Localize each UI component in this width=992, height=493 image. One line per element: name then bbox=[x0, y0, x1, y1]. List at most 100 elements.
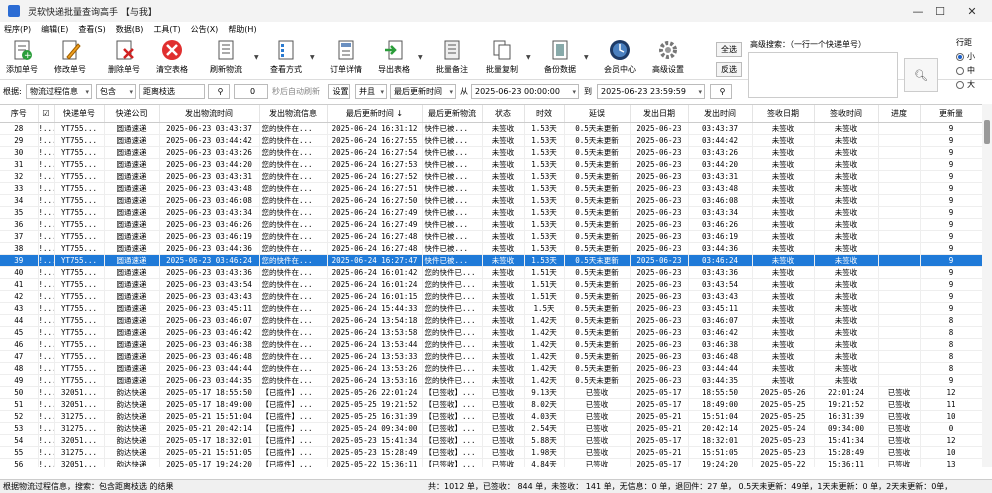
column-header[interactable]: 发出日期 bbox=[630, 105, 689, 123]
add-button[interactable]: + 添加单号 bbox=[2, 38, 42, 75]
view-dropdown-icon[interactable]: ▼ bbox=[310, 54, 315, 61]
table-row[interactable]: 36!...YT755...圆通速递2025-06-23 03:46:26您的快… bbox=[0, 218, 982, 231]
table-row[interactable]: 47!...YT755...圆通速递2025-06-23 03:46:48您的快… bbox=[0, 350, 982, 363]
table-cell: 您的快件已... bbox=[422, 314, 483, 327]
clear-table-button[interactable]: 清空表格 bbox=[152, 38, 192, 75]
table-row[interactable]: 38!...YT755...圆通速递2025-06-23 03:44:36您的快… bbox=[0, 242, 982, 255]
from-label: 从 bbox=[460, 87, 468, 96]
view-mode-button[interactable]: 查看方式 bbox=[266, 38, 306, 75]
menu-edit[interactable]: 编辑(E) bbox=[41, 24, 68, 35]
table-row[interactable]: 34!...YT755...圆通速递2025-06-23 03:46:08您的快… bbox=[0, 194, 982, 207]
backup-dropdown-icon[interactable]: ▼ bbox=[584, 54, 589, 61]
table-row[interactable]: 28!...YT755...圆通速递2025-06-23 03:43:37您的快… bbox=[0, 122, 982, 135]
close-icon[interactable]: ✕ bbox=[952, 0, 992, 22]
time-field-select[interactable]: 最后更新时间 bbox=[390, 84, 456, 99]
refresh-interval-input[interactable]: 0 bbox=[234, 84, 268, 99]
column-header[interactable]: 状态 bbox=[482, 105, 525, 123]
column-header[interactable]: ☑ bbox=[38, 105, 55, 123]
table-row[interactable]: 39!...YT755...圆通速递2025-06-23 03:46:24您的快… bbox=[0, 254, 982, 267]
invert-select-button[interactable]: 反选 bbox=[716, 62, 742, 77]
batch-copy-button[interactable]: 批量复制 bbox=[482, 38, 522, 75]
table-row[interactable]: 44!...YT755...圆通速递2025-06-23 03:46:07您的快… bbox=[0, 314, 982, 327]
column-header[interactable]: 发出时间 bbox=[688, 105, 753, 123]
menu-data[interactable]: 数据(B) bbox=[116, 24, 144, 35]
radio-medium[interactable]: 中 bbox=[956, 65, 990, 76]
column-header[interactable]: 签收日期 bbox=[752, 105, 815, 123]
refresh-setting-button[interactable]: 设置 bbox=[328, 84, 350, 99]
table-row[interactable]: 43!...YT755...圆通速递2025-06-23 03:45:11您的快… bbox=[0, 302, 982, 315]
table-row[interactable]: 42!...YT755...圆通速递2025-06-23 03:43:43您的快… bbox=[0, 290, 982, 303]
column-header[interactable]: 快递公司 bbox=[104, 105, 160, 123]
column-header[interactable]: 最后更新物流 bbox=[422, 105, 483, 123]
table-row[interactable]: 49!...YT755...圆通速递2025-06-23 03:44:35您的快… bbox=[0, 374, 982, 387]
logic-select[interactable]: 并且 bbox=[355, 84, 387, 99]
date-search-button[interactable]: ⚲ bbox=[710, 84, 732, 99]
table-row[interactable]: 52!...31275...韵达快递2025-05-21 15:51:04【已揽… bbox=[0, 410, 982, 423]
table-cell: 03:43:48 bbox=[688, 182, 753, 195]
advanced-search-button[interactable]: 🔍︎ bbox=[904, 58, 938, 92]
menu-notice[interactable]: 公告(X) bbox=[191, 24, 219, 35]
table-row[interactable]: 54!...32051...韵达快递2025-05-17 18:32:01【已揽… bbox=[0, 434, 982, 447]
table-row[interactable]: 51!...32051...韵达快递2025-05-17 18:49:00【已揽… bbox=[0, 398, 982, 411]
menu-view[interactable]: 查看(S) bbox=[78, 24, 105, 35]
table-row[interactable]: 48!...YT755...圆通速递2025-06-23 03:44:44您的快… bbox=[0, 362, 982, 375]
table-row[interactable]: 30!...YT755...圆通速递2025-06-23 03:43:26您的快… bbox=[0, 146, 982, 159]
menu-program[interactable]: 程序(P) bbox=[4, 24, 31, 35]
radio-small[interactable]: 小 bbox=[956, 51, 990, 62]
column-header[interactable]: 延误 bbox=[564, 105, 631, 123]
column-header[interactable]: 最后更新时间 ↓ bbox=[327, 105, 423, 123]
table-row[interactable]: 53!...31275...韵达快递2025-05-21 20:42:14【已揽… bbox=[0, 422, 982, 435]
table-row[interactable]: 55!...31275...韵达快递2025-05-21 15:51:05【已揽… bbox=[0, 446, 982, 459]
table-cell: 未签收 bbox=[752, 170, 815, 183]
advanced-search-input[interactable] bbox=[748, 52, 898, 98]
table-row[interactable]: 32!...YT755...圆通速递2025-06-23 03:43:31您的快… bbox=[0, 170, 982, 183]
table-row[interactable]: 50!...32051...韵达快递2025-05-17 18:55:50【已揽… bbox=[0, 386, 982, 399]
table-row[interactable]: 41!...YT755...圆通速递2025-06-23 03:43:54您的快… bbox=[0, 278, 982, 291]
menu-tools[interactable]: 工具(T) bbox=[153, 24, 180, 35]
scrollbar-thumb[interactable] bbox=[984, 120, 990, 144]
refresh-dropdown-icon[interactable]: ▼ bbox=[254, 54, 259, 61]
filter-op-select[interactable]: 包含 bbox=[96, 84, 136, 99]
column-header[interactable]: 进度 bbox=[878, 105, 921, 123]
table-row[interactable]: 46!...YT755...圆通速递2025-06-23 03:46:38您的快… bbox=[0, 338, 982, 351]
table-row[interactable]: 29!...YT755...圆通速递2025-06-23 03:44:42您的快… bbox=[0, 134, 982, 147]
column-header[interactable]: 快递单号 bbox=[54, 105, 105, 123]
checklist-icon bbox=[274, 38, 298, 62]
member-center-button[interactable]: 会员中心 bbox=[600, 38, 640, 75]
table-cell: 03:45:11 bbox=[688, 302, 753, 315]
column-header[interactable]: 更新量 bbox=[920, 105, 982, 123]
column-header[interactable]: 发出物流时间 bbox=[159, 105, 260, 123]
order-detail-button[interactable]: 订单详情 bbox=[326, 38, 366, 75]
table-row[interactable]: 45!...YT755...圆通速递2025-06-23 03:46:42您的快… bbox=[0, 326, 982, 339]
table-row[interactable]: 35!...YT755...圆通速递2025-06-23 03:43:34您的快… bbox=[0, 206, 982, 219]
table-row[interactable]: 31!...YT755...圆通速递2025-06-23 03:44:20您的快… bbox=[0, 158, 982, 171]
edit-button[interactable]: 修改单号 bbox=[50, 38, 90, 75]
delete-button[interactable]: 删除单号 bbox=[104, 38, 144, 75]
filter-keyword-input[interactable]: 距离枝选 bbox=[139, 84, 205, 99]
backup-button[interactable]: 备份数据 bbox=[540, 38, 580, 75]
table-row[interactable]: 33!...YT755...圆通速递2025-06-23 03:43:48您的快… bbox=[0, 182, 982, 195]
export-button[interactable]: 导出表格 bbox=[374, 38, 414, 75]
select-all-button[interactable]: 全选 bbox=[716, 42, 742, 57]
radio-large[interactable]: 大 bbox=[956, 79, 990, 90]
export-dropdown-icon[interactable]: ▼ bbox=[418, 54, 423, 61]
table-cell: 未签收 bbox=[814, 278, 879, 291]
column-header[interactable]: 序号 bbox=[0, 105, 39, 123]
batch-note-button[interactable]: 批量备注 bbox=[432, 38, 472, 75]
filter-field-select[interactable]: 物流过程信息 bbox=[26, 84, 92, 99]
refresh-button[interactable]: 刷新物流 bbox=[206, 38, 246, 75]
advanced-settings-button[interactable]: 高级设置 bbox=[648, 38, 688, 75]
column-header[interactable]: 发出物流信息 bbox=[259, 105, 328, 123]
vertical-scrollbar[interactable] bbox=[982, 104, 992, 467]
filter-search-button[interactable]: ⚲ bbox=[208, 84, 230, 99]
copy-dropdown-icon[interactable]: ▼ bbox=[526, 54, 531, 61]
table-row[interactable]: 40!...YT755...圆通速递2025-06-23 03:43:36您的快… bbox=[0, 266, 982, 279]
date-to-picker[interactable]: 2025-06-23 23:59:59 bbox=[597, 84, 705, 99]
menu-help[interactable]: 帮助(H) bbox=[228, 24, 256, 35]
column-header[interactable]: 时效 bbox=[524, 105, 565, 123]
table-row[interactable]: 56!...32051...韵达快递2025-05-17 19:24:20【已揽… bbox=[0, 458, 982, 467]
table-row[interactable]: 37!...YT755...圆通速递2025-06-23 03:46:19您的快… bbox=[0, 230, 982, 243]
column-header[interactable]: 签收时间 bbox=[814, 105, 879, 123]
date-from-picker[interactable]: 2025-06-23 00:00:00 bbox=[471, 84, 579, 99]
table-cell: 2025-06-24 13:53:16 bbox=[327, 374, 423, 387]
